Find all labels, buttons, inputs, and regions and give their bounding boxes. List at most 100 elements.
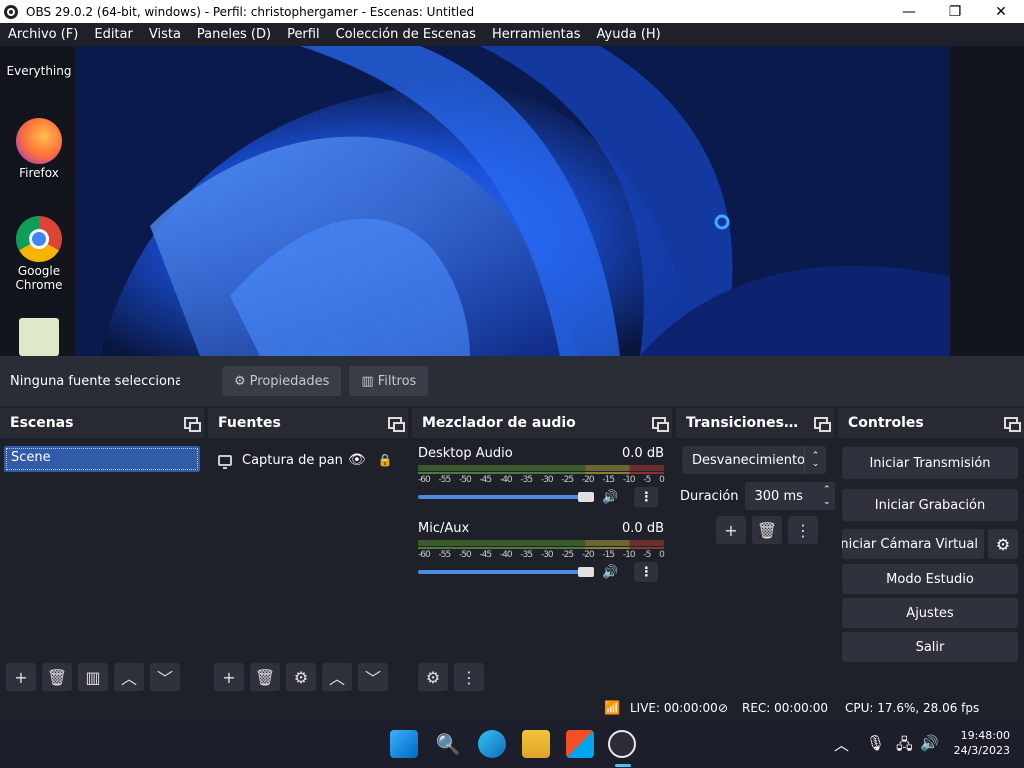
volume-slider-handle[interactable] (578, 492, 594, 502)
rec-timer: REC: 00:00:00 (742, 701, 829, 715)
search-icon[interactable]: 🔍 (434, 730, 462, 758)
active-app-indicator (615, 764, 631, 767)
add-source-button[interactable]: + (214, 663, 244, 691)
source-context-bar: Ninguna fuente seleccionada ⚙ Propiedade… (0, 356, 1024, 406)
eye-icon[interactable]: 👁 (348, 452, 366, 468)
move-source-up-button[interactable]: ︿ (322, 663, 352, 691)
channel-db: 0.0 dB (622, 521, 664, 536)
menu-vista[interactable]: Vista (149, 27, 181, 42)
cpu-fps: CPU: 17.6%, 28.06 fps (845, 701, 980, 715)
mixer-menu-button[interactable]: ⋮ (454, 663, 484, 691)
filters-button[interactable]: ▥ Filtros (349, 366, 429, 396)
kebab-icon: ⋮ (795, 520, 811, 540)
file-explorer-icon[interactable] (522, 730, 550, 758)
desktop-icon-firefox[interactable]: Firefox (6, 118, 72, 180)
float-dock-icon[interactable] (184, 417, 201, 432)
move-scene-down-button[interactable]: ﹀ (150, 663, 180, 691)
scenes-list: Scene + 🗑 ▥ ︿ ﹀ (0, 438, 204, 695)
channel-menu-button[interactable]: ⋮ (634, 562, 659, 582)
menu-coleccion-escenas[interactable]: Colección de Escenas (336, 27, 476, 42)
float-dock-icon[interactable] (652, 417, 669, 432)
menu-herramientas[interactable]: Herramientas (492, 27, 581, 42)
remove-scene-button[interactable]: 🗑 (42, 663, 72, 691)
kebab-icon: ⋮ (639, 564, 653, 580)
float-dock-icon[interactable] (388, 417, 405, 432)
add-transition-button[interactable]: + (716, 516, 746, 544)
desktop-icon-everything[interactable]: Everything (6, 48, 72, 78)
network-icon[interactable]: 🖧 (896, 734, 913, 759)
start-streaming-button[interactable]: Iniciar Transmisión (842, 447, 1018, 479)
maximize-button[interactable]: ❐ (932, 0, 978, 23)
transitions-title: Transiciones de escena (686, 415, 802, 431)
desktop-icon-notepad[interactable] (6, 318, 72, 356)
chevron-updown-icon: ⌃ ⌄ (804, 446, 826, 474)
duration-spinbox[interactable]: 300 ms ⌃ ⌄ (744, 482, 835, 510)
menu-paneles[interactable]: Paneles (D) (197, 27, 271, 42)
menu-perfil[interactable]: Perfil (287, 27, 320, 42)
advanced-audio-button[interactable]: ⚙ (418, 663, 448, 691)
obs-taskbar-icon[interactable] (608, 730, 636, 758)
start-recording-button[interactable]: Iniciar Grabación (842, 489, 1018, 521)
channel-name: Desktop Audio (418, 446, 513, 461)
start-virtual-camera-button[interactable]: Iniciar Cámara Virtual (842, 529, 984, 559)
filter-icon: ▥ (85, 667, 101, 687)
gear-icon: ⚙ (995, 534, 1011, 554)
volume-slider-handle[interactable] (578, 567, 594, 577)
source-properties-button[interactable]: ⚙ (286, 663, 316, 691)
move-source-down-button[interactable]: ﹀ (358, 663, 388, 691)
controls-title: Controles (848, 415, 924, 431)
system-clock[interactable]: 19:48:00 24/3/2023 (954, 728, 1010, 758)
preview-canvas[interactable]: Everything Firefox Google Chrome (0, 46, 1024, 356)
scene-item[interactable]: Scene (4, 446, 200, 472)
volume-slider[interactable] (418, 570, 588, 574)
move-scene-up-button[interactable]: ︿ (114, 663, 144, 691)
minimize-button[interactable]: — (886, 0, 932, 23)
gears-icon: ⚙ (425, 667, 441, 687)
scenes-dock: Escenas Scene + 🗑 ▥ ︿ ﹀ (0, 408, 204, 695)
trash-icon: 🗑 (254, 667, 276, 687)
source-item[interactable]: Captura de pantalla 👁 🔒 (218, 448, 398, 472)
transition-select[interactable]: Desvanecimiento ⌃ ⌄ (682, 446, 826, 474)
chevron-up-icon[interactable]: ︿ (834, 734, 849, 755)
volume-icon[interactable]: 🔊 (920, 734, 939, 752)
properties-button[interactable]: ⚙ Propiedades (222, 366, 342, 396)
plus-icon: + (14, 667, 28, 687)
meter-ticks: -60 -55 -50 -45 -40 -35 -30 -25 -20 -15 -10 -5 0 (418, 550, 665, 560)
close-button[interactable]: ✕ (978, 0, 1024, 23)
studio-mode-button[interactable]: Modo Estudio (842, 564, 1018, 594)
settings-button[interactable]: Ajustes (842, 598, 1018, 628)
volume-meter (418, 540, 664, 546)
channel-menu-button[interactable]: ⋮ (634, 487, 659, 507)
float-dock-icon[interactable] (1004, 417, 1021, 432)
transition-menu-button[interactable]: ⋮ (788, 516, 818, 544)
edge-icon[interactable] (478, 730, 506, 758)
store-icon[interactable] (566, 730, 594, 758)
sources-title: Fuentes (218, 415, 281, 431)
spin-arrows-icon[interactable]: ⌃ ⌄ (823, 484, 831, 508)
microphone-icon[interactable]: 🎙 (866, 734, 885, 752)
speaker-icon[interactable]: 🔊 (602, 565, 618, 580)
scenes-title: Escenas (10, 415, 74, 431)
wallpaper-image (0, 46, 1024, 356)
menu-archivo[interactable]: Archivo (F) (8, 27, 78, 42)
exit-button[interactable]: Salir (842, 632, 1018, 662)
menu-ayuda[interactable]: Ayuda (H) (597, 27, 661, 42)
virtual-camera-settings-button[interactable]: ⚙ (988, 529, 1018, 559)
float-dock-icon[interactable] (814, 417, 831, 432)
kebab-icon: ⋮ (461, 667, 477, 687)
scene-filters-button[interactable]: ▥ (78, 663, 108, 691)
add-scene-button[interactable]: + (6, 663, 36, 691)
meter-ticks: -60 -55 -50 -45 -40 -35 -30 -25 -20 -15 -10 -5 0 (418, 475, 665, 485)
remove-source-button[interactable]: 🗑 (250, 663, 280, 691)
menu-editar[interactable]: Editar (94, 27, 133, 42)
live-timer: LIVE: 00:00:00 (630, 701, 718, 715)
speaker-icon[interactable]: 🔊 (602, 490, 618, 505)
volume-slider[interactable] (418, 495, 588, 499)
monitor-icon (218, 454, 232, 469)
remove-transition-button[interactable]: 🗑 (752, 516, 782, 544)
volume-meter-peak (418, 547, 664, 549)
lock-icon[interactable]: 🔒 (378, 453, 393, 467)
windows-start-icon[interactable] (390, 730, 418, 758)
desktop-icon-chrome[interactable]: Google Chrome (6, 216, 72, 292)
plus-icon: + (724, 520, 738, 540)
